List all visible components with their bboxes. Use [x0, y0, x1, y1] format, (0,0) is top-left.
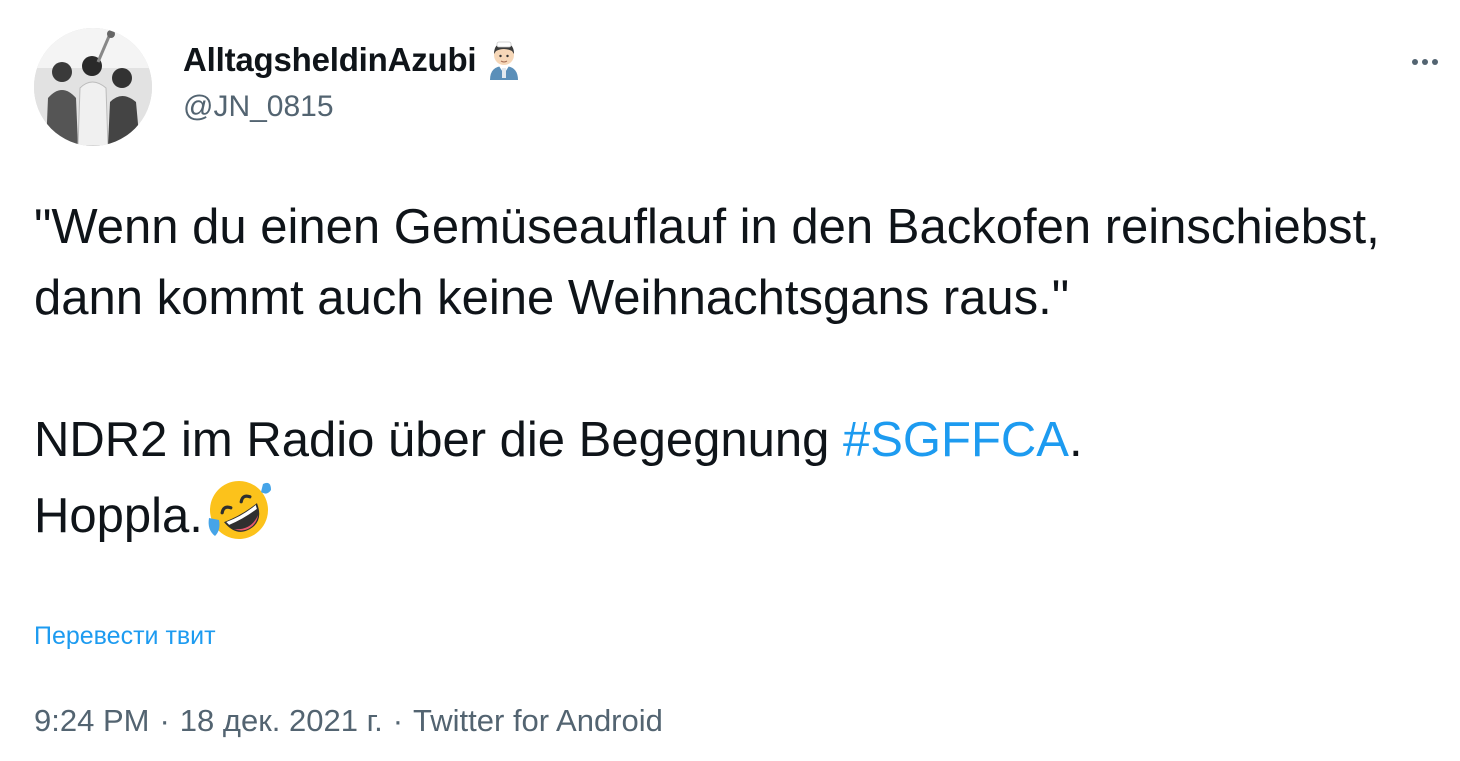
avatar[interactable]	[34, 28, 152, 146]
user-info: AlltagsheldinAzubi @JN_0815	[183, 40, 522, 124]
tweet-time[interactable]: 9:24 PM	[34, 703, 149, 739]
tweet-hoppla-text: Hoppla.	[34, 489, 203, 543]
tweet-ndr-line: NDR2 im Radio über die Begegnung #SGFFCA…	[34, 405, 1444, 476]
rolling-laughing-emoji-icon	[205, 476, 273, 544]
tweet-text: "Wenn du einen Gemüseauflauf in den Back…	[34, 192, 1444, 552]
more-options-button[interactable]	[1400, 42, 1450, 82]
display-name-row: AlltagsheldinAzubi	[183, 40, 522, 80]
tweet-ndr-suffix: .	[1068, 413, 1083, 467]
meta-separator: ·	[392, 703, 404, 738]
hashtag-link[interactable]: #SGFFCA	[843, 413, 1069, 467]
tweet-quote-text: "Wenn du einen Gemüseauflauf in den Back…	[34, 200, 1380, 325]
user-handle[interactable]: @JN_0815	[183, 90, 522, 124]
meta-separator: ·	[159, 703, 170, 738]
translate-tweet-link[interactable]: Перевести твит	[34, 622, 216, 651]
tweet-hoppla-line: Hoppla.	[34, 476, 1444, 552]
health-worker-emoji-icon	[486, 40, 522, 80]
tweet-meta: 9:24 PM · 18 дек. 2021 г. · Twitter for …	[34, 703, 663, 739]
more-dots-icon	[1422, 59, 1428, 65]
tweet-date[interactable]: 18 дек. 2021 г.	[180, 703, 383, 739]
more-dots-icon	[1412, 59, 1418, 65]
tweet-ndr-prefix: NDR2 im Radio über die Begegnung	[34, 413, 843, 467]
tweet-source[interactable]: Twitter for Android	[413, 703, 663, 739]
more-dots-icon	[1432, 59, 1438, 65]
display-name[interactable]: AlltagsheldinAzubi	[183, 41, 477, 79]
tweet-card: AlltagsheldinAzubi @JN_0815 "Wenn du ein…	[0, 0, 1460, 761]
